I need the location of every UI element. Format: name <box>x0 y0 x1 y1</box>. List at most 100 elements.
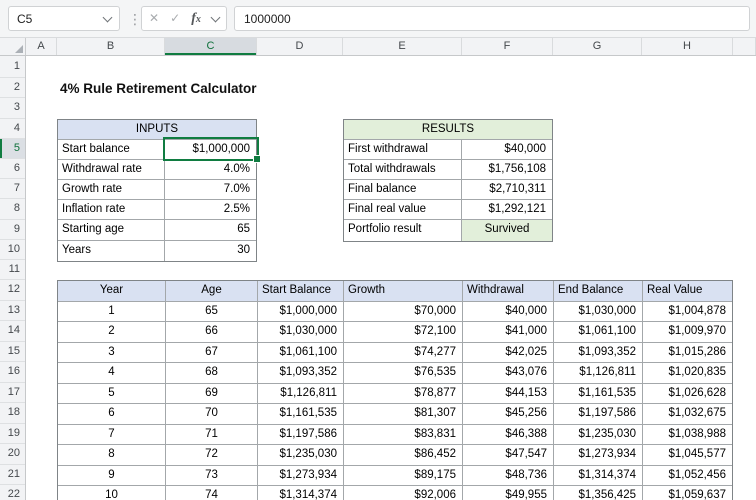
data-cell[interactable]: $92,006 <box>344 486 463 500</box>
data-cell[interactable]: 70 <box>166 404 258 424</box>
data-cell[interactable]: $1,026,628 <box>643 384 732 404</box>
data-cell[interactable]: $83,831 <box>344 424 463 444</box>
data-cell[interactable]: $49,955 <box>463 486 554 500</box>
data-cell[interactable]: $1,197,586 <box>258 424 344 444</box>
data-cell[interactable]: $1,038,988 <box>643 425 732 445</box>
data-cell[interactable]: $45,256 <box>463 404 554 424</box>
data-cell[interactable]: $1,126,811 <box>554 363 643 383</box>
data-cell[interactable]: 4 <box>58 363 166 383</box>
row-header-1[interactable]: 1 <box>0 56 25 79</box>
data-cell[interactable]: $1,052,456 <box>643 466 732 486</box>
label-cell[interactable]: Final real value <box>344 200 462 220</box>
label-cell[interactable]: Portfolio result <box>344 220 462 241</box>
data-cell[interactable]: $1,197,586 <box>554 404 643 424</box>
value-cell[interactable]: $2,710,311 <box>462 180 552 199</box>
data-cell[interactable]: $1,030,000 <box>258 322 344 342</box>
row-header-10[interactable]: 10 <box>0 240 25 260</box>
row-header-19[interactable]: 19 <box>0 424 25 445</box>
value-cell[interactable]: $1,000,000 <box>165 140 256 159</box>
row-header-11[interactable]: 11 <box>0 260 25 281</box>
data-cell[interactable]: 3 <box>58 342 166 362</box>
data-cell[interactable]: $41,000 <box>463 322 554 342</box>
data-cell[interactable]: $48,736 <box>463 465 554 485</box>
data-cell[interactable]: $1,093,352 <box>554 342 643 362</box>
row-header-5[interactable]: 5 <box>0 138 25 159</box>
data-cell[interactable]: 8 <box>58 445 166 465</box>
data-cell[interactable]: $47,547 <box>463 445 554 465</box>
value-cell[interactable]: 65 <box>165 220 256 239</box>
data-cell[interactable]: $1,314,374 <box>258 486 344 500</box>
data-cell[interactable]: 2 <box>58 322 166 342</box>
data-cell[interactable]: 65 <box>166 301 258 321</box>
data-cell[interactable]: $1,030,000 <box>554 301 643 321</box>
chevron-down-icon[interactable] <box>210 12 221 22</box>
row-header-3[interactable]: 3 <box>0 98 25 119</box>
insert-function-icon[interactable]: fx <box>191 7 201 31</box>
data-cell[interactable]: 1 <box>58 301 166 321</box>
column-header-cell[interactable]: Year <box>58 281 166 301</box>
data-cell[interactable]: 10 <box>58 486 166 500</box>
row-header-7[interactable]: 7 <box>0 179 25 200</box>
data-cell[interactable]: $1,273,934 <box>554 445 643 465</box>
column-header-C[interactable]: C <box>165 38 257 55</box>
data-cell[interactable]: $1,161,535 <box>258 404 344 424</box>
row-header-9[interactable]: 9 <box>0 220 25 240</box>
data-cell[interactable]: $43,076 <box>463 363 554 383</box>
data-cell[interactable]: $1,032,675 <box>643 404 732 424</box>
label-cell[interactable]: Years <box>58 240 165 261</box>
row-header-12[interactable]: 12 <box>0 280 25 301</box>
column-header-B[interactable]: B <box>57 38 165 55</box>
data-cell[interactable]: 73 <box>166 465 258 485</box>
column-header-E[interactable]: E <box>343 38 462 55</box>
data-cell[interactable]: 69 <box>166 383 258 403</box>
row-header-15[interactable]: 15 <box>0 342 25 363</box>
data-cell[interactable]: 67 <box>166 342 258 362</box>
row-header-16[interactable]: 16 <box>0 362 25 383</box>
chevron-down-icon[interactable] <box>102 12 113 22</box>
data-cell[interactable]: 6 <box>58 404 166 424</box>
data-cell[interactable]: $1,126,811 <box>258 383 344 403</box>
row-header-6[interactable]: 6 <box>0 159 25 180</box>
value-cell[interactable]: $1,292,121 <box>462 200 552 219</box>
row-header-14[interactable]: 14 <box>0 321 25 342</box>
data-cell[interactable]: $1,045,577 <box>643 445 732 465</box>
value-cell[interactable]: $1,756,108 <box>462 160 552 179</box>
column-header-partial[interactable] <box>733 38 756 55</box>
row-header-2[interactable]: 2 <box>0 78 25 99</box>
data-cell[interactable]: $1,314,374 <box>554 465 643 485</box>
data-cell[interactable]: $70,000 <box>344 301 463 321</box>
fill-handle[interactable] <box>253 155 261 163</box>
row-header-8[interactable]: 8 <box>0 199 25 220</box>
data-cell[interactable]: $86,452 <box>344 445 463 465</box>
data-cell[interactable]: $1,093,352 <box>258 363 344 383</box>
enter-icon[interactable]: ✓ <box>170 7 180 30</box>
value-cell[interactable]: $40,000 <box>462 140 552 159</box>
column-header-H[interactable]: H <box>642 38 733 55</box>
column-header-cell[interactable]: End Balance <box>554 281 643 301</box>
data-cell[interactable]: $1,235,030 <box>258 445 344 465</box>
table-header-cell[interactable]: INPUTS <box>58 119 256 139</box>
column-header-cell[interactable]: Real Value <box>643 281 732 301</box>
data-cell[interactable]: 68 <box>166 363 258 383</box>
column-header-D[interactable]: D <box>257 38 343 55</box>
column-header-cell[interactable]: Age <box>166 281 258 301</box>
data-cell[interactable]: $1,000,000 <box>258 301 344 321</box>
cancel-icon[interactable]: ✕ <box>149 7 159 30</box>
data-cell[interactable]: $1,273,934 <box>258 465 344 485</box>
data-cell[interactable]: $1,020,835 <box>643 363 732 383</box>
data-cell[interactable]: $42,025 <box>463 342 554 362</box>
data-cell[interactable]: $40,000 <box>463 301 554 321</box>
data-cell[interactable]: $46,388 <box>463 424 554 444</box>
column-header-G[interactable]: G <box>553 38 642 55</box>
data-cell[interactable]: 5 <box>58 383 166 403</box>
data-cell[interactable]: 9 <box>58 465 166 485</box>
data-cell[interactable]: $72,100 <box>344 322 463 342</box>
name-box[interactable]: C5 <box>8 6 120 31</box>
data-cell[interactable]: $1,015,286 <box>643 343 732 363</box>
label-cell[interactable]: Start balance <box>58 139 165 159</box>
data-cell[interactable]: $81,307 <box>344 404 463 424</box>
label-cell[interactable]: Inflation rate <box>58 200 165 220</box>
value-cell[interactable]: 7.0% <box>165 180 256 199</box>
row-header-13[interactable]: 13 <box>0 301 25 322</box>
table-header-cell[interactable]: RESULTS <box>344 119 552 139</box>
